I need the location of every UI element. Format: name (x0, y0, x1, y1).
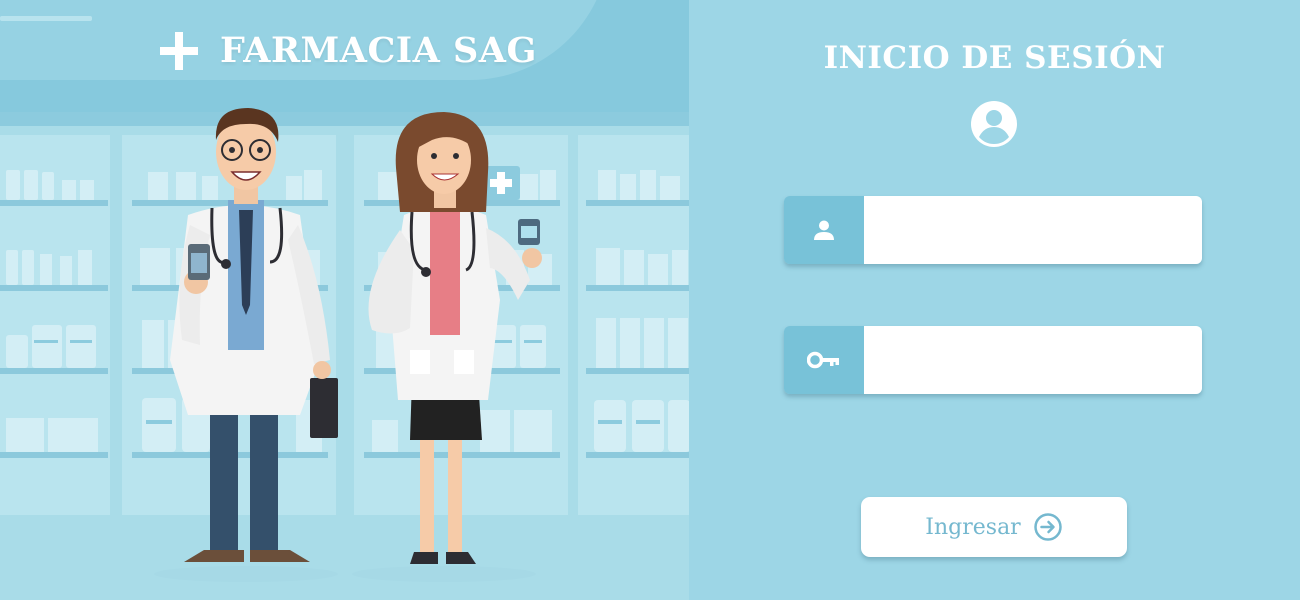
login-button-label: Ingresar (925, 514, 1021, 540)
login-title: INICIO DE SESIÓN (823, 40, 1166, 76)
username-input[interactable] (864, 196, 1202, 264)
brand-panel: FARMACIA SAG (0, 0, 689, 600)
pharmacists-illustration (0, 108, 689, 582)
user-icon (784, 196, 864, 264)
account-circle-icon (971, 101, 1017, 147)
login-panel: INICIO DE SESIÓN Ingresar (689, 0, 1300, 600)
key-icon (784, 326, 864, 394)
login-button[interactable]: Ingresar (861, 497, 1127, 557)
arrow-right-circle-icon (1033, 513, 1062, 541)
password-input[interactable] (864, 326, 1202, 394)
password-field (784, 326, 1202, 394)
username-field (784, 196, 1202, 264)
